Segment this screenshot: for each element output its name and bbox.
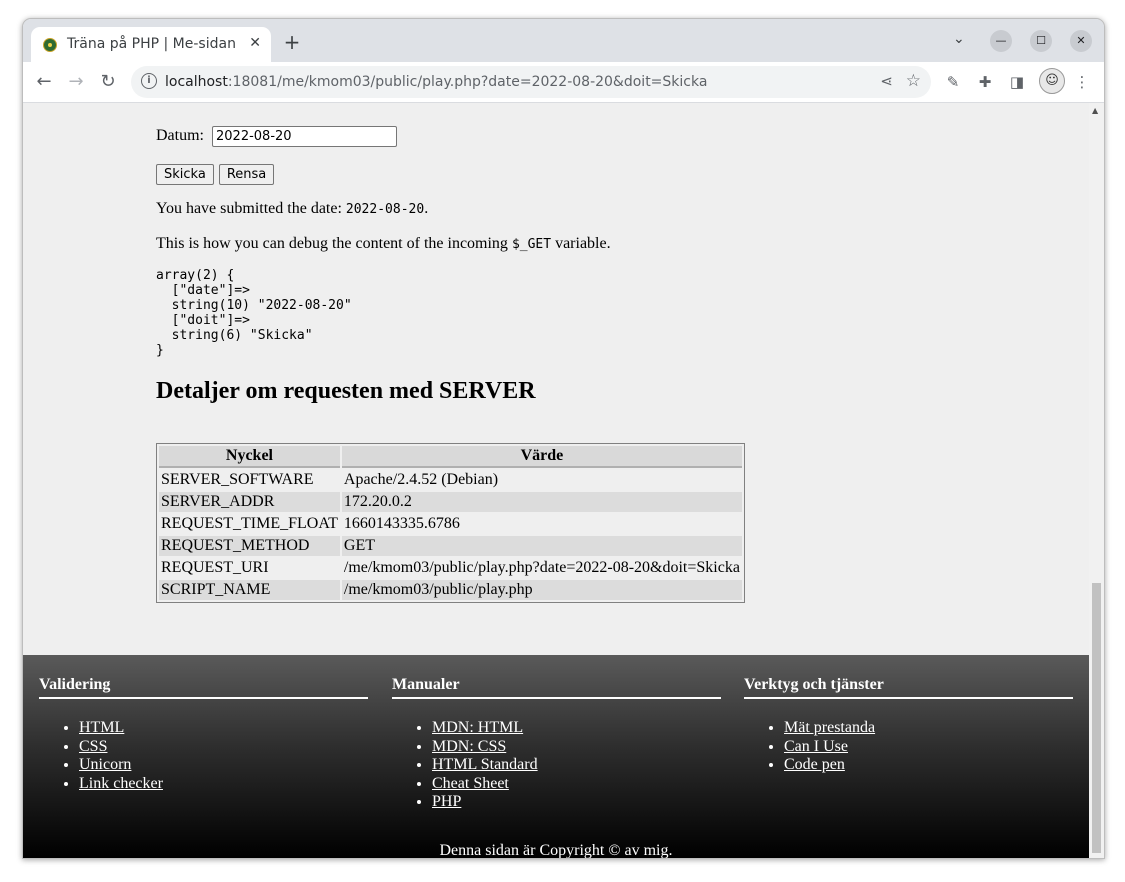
scroll-up-arrow-icon[interactable]: ▲ [1092, 106, 1098, 115]
tab-active[interactable]: Träna på PHP | Me-sidan ✕ [31, 27, 271, 62]
footer-link[interactable]: MDN: CSS [432, 738, 506, 755]
reset-button[interactable]: Rensa [218, 164, 275, 185]
table-cell-key: SERVER_ADDR [159, 492, 340, 512]
close-window-button[interactable]: ✕ [1070, 30, 1092, 52]
table-cell-key: SERVER_SOFTWARE [161, 471, 314, 488]
table-cell-value: /me/kmom03/public/play.php [341, 580, 742, 600]
table-cell-key: REQUEST_METHOD [159, 536, 340, 556]
form-buttons: Skicka Rensa [156, 164, 275, 185]
footer-link[interactable]: Cheat Sheet [432, 775, 509, 792]
reload-button[interactable]: ↻ [97, 71, 119, 93]
eyedropper-icon[interactable]: ✎ [943, 72, 963, 92]
submitted-date-text: You have submitted the date: 2022-08-20. [156, 200, 429, 217]
tab-search-chevron-icon[interactable]: ⌄ [953, 31, 965, 47]
browser-toolbar: ← → ↻ i localhost:18081/me/kmom03/public… [23, 62, 1104, 103]
get-variable-code: $_GET [511, 237, 552, 252]
maximize-button[interactable]: ☐ [1030, 30, 1052, 52]
footer-column-title: Validering [39, 676, 368, 699]
star-icon[interactable]: ☆ [906, 71, 921, 91]
table-row: SCRIPT_NAME /me/kmom03/public/play.php [159, 580, 742, 600]
copyright-text: Denna sidan är Copyright © av mig. [439, 842, 673, 858]
footer-link[interactable]: Can I Use [784, 738, 848, 755]
url-text[interactable]: localhost:18081/me/kmom03/public/play.ph… [165, 74, 707, 90]
debug-intro-text: This is how you can debug the content of… [156, 235, 611, 252]
footer-link[interactable]: Code pen [784, 756, 845, 773]
scrollbar-thumb[interactable] [1092, 583, 1101, 853]
footer-column-manualer: Manualer MDN: HTML MDN: CSS HTML Standar… [392, 676, 721, 812]
footer-link[interactable]: Unicorn [79, 756, 131, 773]
server-heading: Detaljer om requesten med SERVER [156, 378, 536, 404]
column-header-value: Värde [341, 446, 742, 468]
submit-button[interactable]: Skicka [156, 164, 214, 185]
date-form-row: Datum: [156, 126, 397, 147]
footer-column-validering: Validering HTML CSS Unicorn Link checker [39, 676, 368, 793]
footer-column-title: Verktyg och tjänster [744, 676, 1073, 699]
table-cell-value: 172.20.0.2 [341, 492, 742, 512]
footer-link[interactable]: Mät prestanda [784, 719, 875, 736]
table-row: SERVER_SOFTWARE Apache/2.4.52 (Debian) [159, 470, 742, 490]
kebab-menu-icon[interactable]: ⋮ [1072, 72, 1092, 92]
profile-avatar[interactable]: ☺ [1039, 68, 1065, 94]
footer-link[interactable]: MDN: HTML [432, 719, 523, 736]
table-cell-value: GET [341, 536, 742, 556]
footer-column-title: Manualer [392, 676, 721, 699]
submitted-date-code: 2022-08-20 [345, 202, 425, 217]
info-icon[interactable]: i [141, 73, 157, 89]
date-input[interactable] [212, 126, 397, 147]
forward-button[interactable]: → [65, 71, 87, 93]
footer-link[interactable]: Link checker [79, 775, 163, 792]
column-header-key: Nyckel [159, 446, 340, 468]
table-cell-value: Apache/2.4.52 (Debian) [343, 471, 499, 488]
page-viewport: Datum: Skicka Rensa You have submitted t… [23, 103, 1089, 858]
get-var-dump: array(2) { ["date"]=> string(10) "2022-0… [156, 268, 352, 358]
new-tab-button[interactable]: + [281, 32, 303, 54]
footer-column-verktyg: Verktyg och tjänster Mät prestanda Can I… [744, 676, 1073, 775]
tab-strip: Träna på PHP | Me-sidan ✕ + ⌄ — ☐ ✕ [23, 19, 1104, 62]
minimize-button[interactable]: — [990, 30, 1012, 52]
site-favicon-icon [43, 38, 57, 52]
footer-link[interactable]: HTML [79, 719, 124, 736]
table-cell-key: REQUEST_URI [161, 559, 269, 576]
table-row: SERVER_ADDR 172.20.0.2 [159, 492, 742, 512]
browser-window: Träna på PHP | Me-sidan ✕ + ⌄ — ☐ ✕ ← → … [22, 18, 1105, 859]
table-cell-key: REQUEST_TIME_FLOAT [161, 515, 338, 532]
footer-link[interactable]: PHP [432, 793, 461, 810]
vertical-scrollbar[interactable]: ▲ [1089, 103, 1104, 858]
table-cell-value: /me/kmom03/public/play.php?date=2022-08-… [343, 559, 740, 576]
date-label: Datum: [156, 127, 204, 145]
tab-close-icon[interactable]: ✕ [249, 35, 261, 51]
table-cell-key: SCRIPT_NAME [159, 580, 340, 600]
footer-link[interactable]: CSS [79, 738, 107, 755]
table-cell-value: 1660143335.6786 [343, 515, 460, 532]
site-footer: Validering HTML CSS Unicorn Link checker… [23, 655, 1089, 858]
tab-title: Träna på PHP | Me-sidan [67, 36, 236, 52]
address-bar[interactable]: i localhost:18081/me/kmom03/public/play.… [131, 66, 931, 98]
table-header-row: Nyckel Värde [159, 446, 742, 468]
footer-link[interactable]: HTML Standard [432, 756, 538, 773]
back-button[interactable]: ← [33, 71, 55, 93]
table-row: REQUEST_METHOD GET [159, 536, 742, 556]
table-row: REQUEST_TIME_FLOAT 1660143335.6786 [159, 514, 742, 534]
share-icon[interactable]: ⋖ [880, 72, 893, 90]
side-panel-icon[interactable]: ◨ [1007, 72, 1027, 92]
table-row: REQUEST_URI /me/kmom03/public/play.php?d… [159, 558, 742, 578]
puzzle-icon[interactable]: ✚ [975, 72, 995, 92]
server-table: Nyckel Värde SERVER_SOFTWARE Apache/2.4.… [156, 443, 745, 603]
